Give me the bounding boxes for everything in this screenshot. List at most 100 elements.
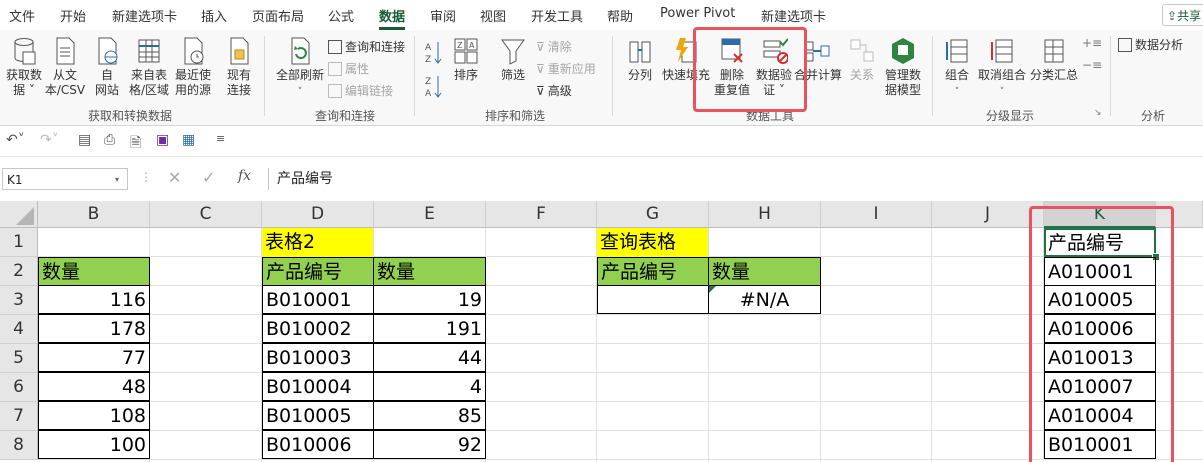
select-all-button[interactable] [0,201,38,228]
cell-g2[interactable]: 产品编号 [597,257,709,286]
text-to-columns-button[interactable]: 分列 [622,36,658,83]
queries-connections-button[interactable]: 查询和连接 [328,38,405,55]
cancel-icon[interactable]: ✕ [168,168,181,187]
relationships-button[interactable]: 关系 [844,36,880,83]
cell-h2[interactable]: 数量 [708,257,821,286]
cell-b7[interactable]: 108 [38,401,150,430]
hide-detail-icon[interactable]: −≡ [1082,58,1102,72]
recent-sources-button[interactable]: 最近使 用的源 [172,36,214,98]
tab-new-tab-1[interactable]: 新建选项卡 [112,6,177,25]
name-box[interactable]: K1 ▾ [2,168,128,190]
column-header-i[interactable]: I [821,201,932,228]
row-header-4[interactable]: 4 [0,315,38,344]
tab-formulas[interactable]: 公式 [328,6,354,25]
tab-file[interactable]: 文件 [9,6,35,25]
cell-g1[interactable]: 查询表格 [597,228,708,257]
filter-button[interactable]: 筛选 [496,36,530,83]
existing-connections-button[interactable]: 现有 连接 [220,36,258,98]
cell-e3[interactable]: 19 [373,285,486,314]
row-header-8[interactable]: 8 [0,431,38,460]
cell-e8[interactable]: 92 [373,430,486,459]
subtotal-button[interactable]: 分类汇总 [1030,36,1078,83]
cell-g3[interactable] [597,285,709,314]
cell-b3[interactable]: 116 [38,285,150,314]
cell-e6[interactable]: 4 [373,372,486,401]
column-header-c[interactable]: C [150,201,262,228]
column-header-j[interactable]: J [932,201,1044,228]
row-header-2[interactable]: 2 [0,257,38,286]
refresh-all-button[interactable]: 全部刷新 ˅ [274,36,326,100]
row-header-6[interactable]: 6 [0,373,38,402]
print-icon[interactable]: ⎙ [104,132,115,150]
tab-developer[interactable]: 开发工具 [531,6,583,25]
column-header-e[interactable]: E [374,201,486,228]
dialog-launcher-icon[interactable]: ↘ [1094,108,1102,118]
print-preview-icon[interactable]: 🗎 [130,132,141,151]
column-header-f[interactable]: F [486,201,597,228]
from-text-csv-button[interactable]: 从文 本/CSV [44,36,86,98]
manage-data-model-button[interactable]: 管理数 据模型 [882,36,924,98]
cell-b2[interactable]: 数量 [38,257,150,286]
column-header-b[interactable]: B [38,201,150,228]
cell-d8[interactable]: B010006 [262,430,374,459]
show-detail-icon[interactable]: +≡ [1082,36,1102,50]
row-header-7[interactable]: 7 [0,402,38,431]
group-button[interactable]: 组合 ˅ [940,36,974,100]
customize-qat-icon[interactable]: ≡ [216,132,225,150]
tab-page-layout[interactable]: 页面布局 [252,6,304,25]
column-header-h[interactable]: H [709,201,821,228]
clear-filter-button[interactable]: ⊽ 清除 [536,38,572,55]
row-header-5[interactable]: 5 [0,344,38,373]
cell-e7[interactable]: 85 [373,401,486,430]
advanced-filter-button[interactable]: ⊽ 高级 [536,82,572,99]
edit-links-button[interactable]: 编辑链接 [328,82,393,99]
group-icon [946,39,968,63]
cell-d3[interactable]: B010001 [262,285,374,314]
sort-descending-button[interactable]: ZA [422,74,444,104]
tab-home[interactable]: 开始 [60,6,86,25]
from-table-range-button[interactable]: 来自表 格/区域 [128,36,170,98]
share-button[interactable]: ⇪共享 [1162,4,1203,26]
form-icon[interactable]: ▤ [78,132,91,150]
tab-view[interactable]: 视图 [480,6,506,25]
tab-new-tab-2[interactable]: 新建选项卡 [761,6,826,25]
cell-e2[interactable]: 数量 [373,257,486,286]
from-web-button[interactable]: 自 网站 [90,36,124,98]
properties-button[interactable]: 属性 [328,60,369,77]
tab-help[interactable]: 帮助 [607,6,633,25]
tab-review[interactable]: 审阅 [430,6,456,25]
enter-icon[interactable]: ✓ [202,168,215,187]
apps-grid-icon[interactable]: ▦ [182,132,195,150]
column-header-g[interactable]: G [597,201,709,228]
cell-e4[interactable]: 191 [373,314,486,343]
cell-d5[interactable]: B010003 [262,343,374,372]
tab-insert[interactable]: 插入 [201,6,227,25]
cell-d6[interactable]: B010004 [262,372,374,401]
get-data-button[interactable]: 获取数 据 ˅ [4,36,44,98]
insert-function-icon[interactable]: fx [238,168,251,184]
redo-icon[interactable]: ↷˅ [40,132,59,150]
tab-power-pivot[interactable]: Power Pivot [660,6,735,21]
tab-data[interactable]: 数据 [379,6,406,30]
column-header-d[interactable]: D [262,201,374,228]
cell-b4[interactable]: 178 [38,314,150,343]
formula-input[interactable]: 产品编号 [268,168,1203,190]
row-header-3[interactable]: 3 [0,286,38,315]
cell-d7[interactable]: B010005 [262,401,374,430]
ungroup-button[interactable]: 取消组合 ˅ [978,36,1026,100]
save-icon[interactable]: ▣ [156,132,169,150]
cell-d2[interactable]: 产品编号 [262,257,374,286]
cell-b5[interactable]: 77 [38,343,150,372]
sort-ascending-button[interactable]: AZ [422,40,444,70]
cell-h3[interactable]: #N/A [708,285,821,314]
row-header-1[interactable]: 1 [0,228,38,257]
data-analysis-button[interactable]: 数据分析 [1118,36,1183,53]
reapply-button[interactable]: ⊽ 重新应用 [536,60,596,77]
sort-button[interactable]: ZA 排序 [450,36,482,83]
cell-b8[interactable]: 100 [38,430,150,459]
cell-e5[interactable]: 44 [373,343,486,372]
cell-d1[interactable]: 表格2 [262,228,373,257]
undo-icon[interactable]: ↶˅ [6,132,25,150]
cell-b6[interactable]: 48 [38,372,150,401]
cell-d4[interactable]: B010002 [262,314,374,343]
